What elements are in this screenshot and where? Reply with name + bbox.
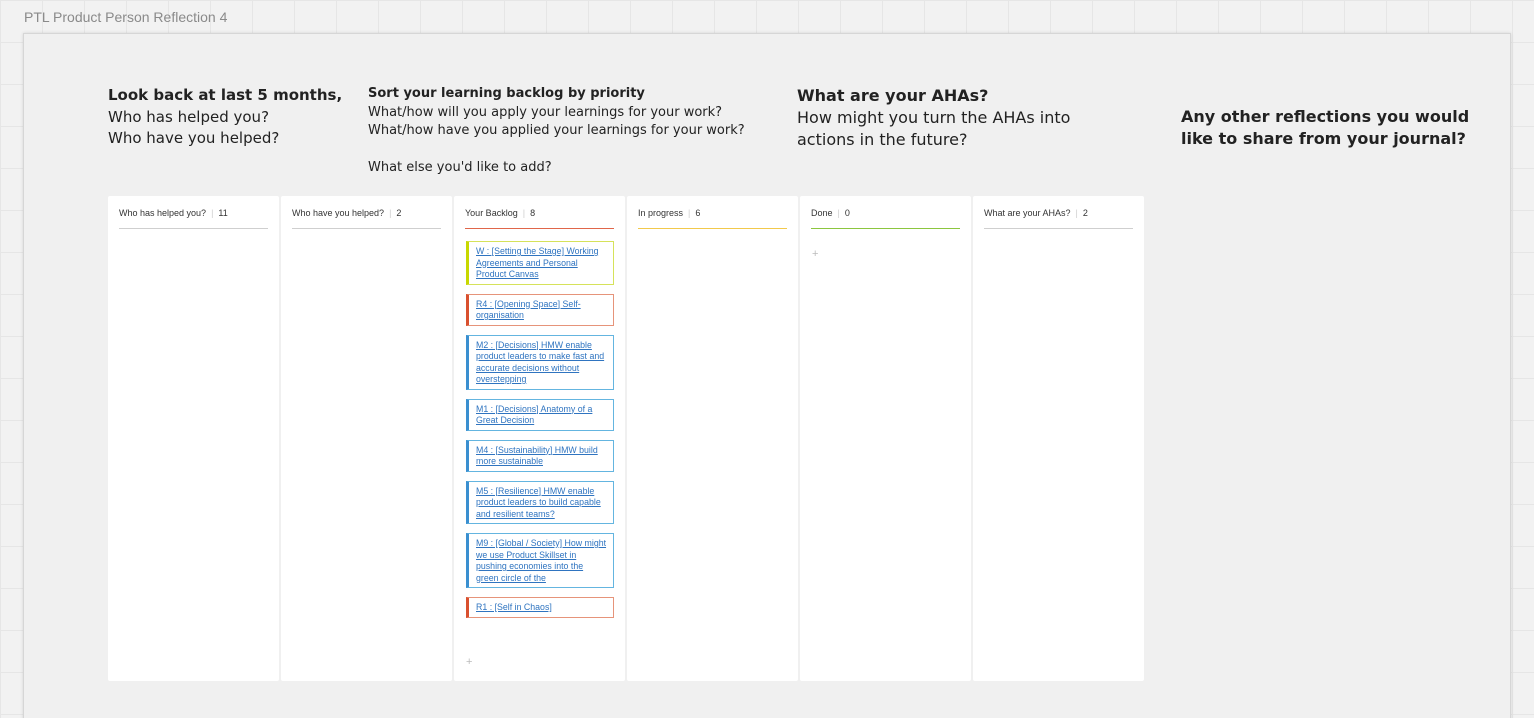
column-title: Done [811, 208, 833, 218]
prompt-helped-heading: Look back at last 5 months, [108, 86, 343, 104]
column-title: What are your AHAs? [984, 208, 1071, 218]
board-frame: Look back at last 5 months, Who has help… [23, 33, 1511, 718]
column-title: In progress [638, 208, 684, 218]
column-count: 2 [396, 208, 402, 218]
prompt-helped-line2: Who have you helped? [108, 129, 280, 147]
add-card-button[interactable]: + [466, 656, 472, 668]
column-count: 8 [530, 208, 536, 218]
column-count: 0 [844, 208, 850, 218]
column-who-you-helped[interactable]: Who have you helped? | 2 [281, 196, 452, 681]
column-count: 2 [1082, 208, 1088, 218]
prompt-ahas-heading: What are your AHAs? [797, 86, 989, 105]
prompt-other-line2: like to share from your journal? [1181, 129, 1466, 148]
prompt-backlog: Sort your learning backlog by priority W… [368, 85, 745, 177]
column-header[interactable]: Done | 0 [811, 208, 960, 229]
card-r1-self-in-chaos[interactable]: R1 : [Self in Chaos] [466, 597, 614, 618]
prompt-other: Any other reflections you would like to … [1181, 106, 1469, 150]
column-in-progress[interactable]: In progress | 6 [627, 196, 798, 681]
column-header[interactable]: Your Backlog | 8 [465, 208, 614, 229]
prompt-backlog-heading: Sort your learning backlog by priority [368, 86, 645, 101]
prompt-ahas: What are your AHAs? How might you turn t… [797, 85, 1070, 151]
column-backlog[interactable]: Your Backlog | 8 W : [Setting the Stage] W… [454, 196, 625, 681]
card-m2-decisions[interactable]: M2 : [Decisions] HMW enable product lead… [466, 334, 614, 390]
prompt-backlog-line1: What/how will you apply your learnings f… [368, 104, 723, 120]
card-m9-global-society[interactable]: M9 : [Global / Society] How might we use… [466, 533, 614, 588]
card-r4-opening-space[interactable]: R4 : [Opening Space] Self-organisation [466, 293, 614, 326]
prompt-helped: Look back at last 5 months, Who has help… [108, 85, 342, 150]
card-m5-resilience[interactable]: M5 : [Resilience] HMW enable product lea… [466, 480, 614, 524]
prompt-backlog-line3: What else you'd like to add? [368, 159, 552, 175]
column-count: 6 [695, 208, 701, 218]
prompt-helped-line1: Who has helped you? [108, 107, 270, 126]
backlog-card-list: W : [Setting the Stage] Working Agreemen… [466, 241, 614, 627]
column-title: Who have you helped? [292, 208, 385, 218]
board-title: PTL Product Person Reflection 4 [24, 9, 228, 25]
column-who-helped[interactable]: Who has helped you? | 11 [108, 196, 279, 681]
column-header[interactable]: Who have you helped? | 2 [292, 208, 441, 229]
prompt-other-line1: Any other reflections you would [1181, 107, 1470, 126]
kanban-board: Who has helped you? | 11 Who have you help… [108, 196, 1144, 681]
column-header[interactable]: Who has helped you? | 11 [119, 208, 268, 229]
prompt-backlog-line2: What/how have you applied your learnings… [368, 123, 745, 138]
prompt-ahas-line2: actions in the future? [797, 130, 968, 149]
column-count: 11 [218, 208, 228, 218]
card-m4-sustainability[interactable]: M4 : [Sustainability] HMW build more sus… [466, 439, 614, 472]
prompt-ahas-line1: How might you turn the AHAs into [797, 108, 1071, 127]
column-done[interactable]: Done | 0 + [800, 196, 971, 681]
column-title: Who has helped you? [119, 208, 207, 218]
column-header[interactable]: In progress | 6 [638, 208, 787, 229]
column-title: Your Backlog [465, 208, 518, 218]
card-m1-decisions[interactable]: M1 : [Decisions] Anatomy of a Great Deci… [466, 398, 614, 431]
column-header[interactable]: What are your AHAs? | 2 [984, 208, 1133, 229]
add-card-button[interactable]: + [812, 248, 818, 260]
card-w-setting-stage[interactable]: W : [Setting the Stage] Working Agreemen… [466, 241, 614, 285]
column-ahas[interactable]: What are your AHAs? | 2 [973, 196, 1144, 681]
